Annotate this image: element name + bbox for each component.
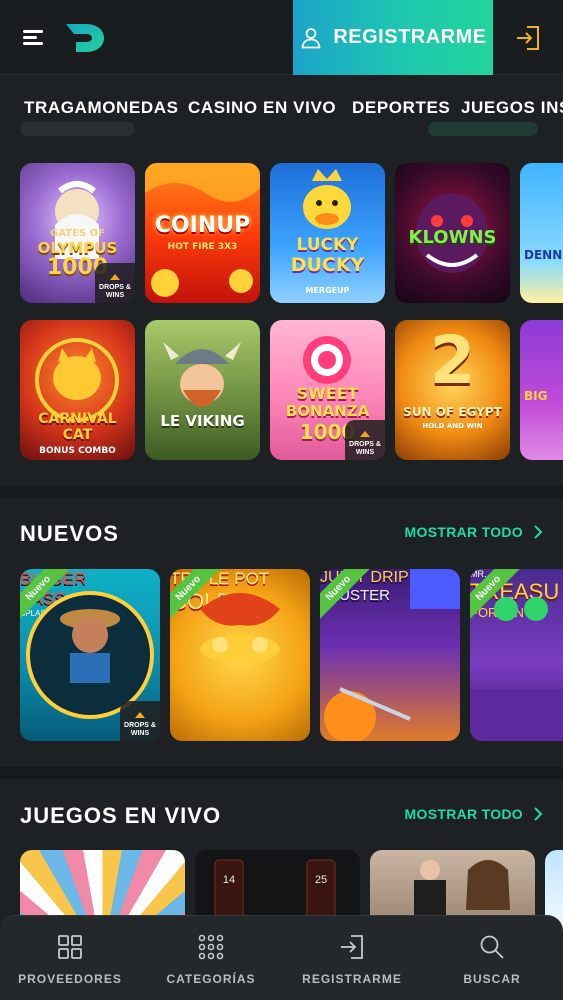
- top-header: REGISTRARME: [0, 0, 563, 75]
- game-title-line: KLOWNS: [408, 227, 497, 248]
- game-tile-le-viking[interactable]: LE VIKING: [145, 320, 260, 460]
- game-tile-big[interactable]: BIG: [520, 320, 563, 460]
- show-all-nuevos-button[interactable]: MOSTRAR TODO: [405, 524, 543, 540]
- star-icon: [110, 274, 120, 281]
- game-tile-juicy-drip-cluster[interactable]: JUICY DRIP CLUSTER Nuevo: [320, 569, 460, 741]
- login-icon: [517, 25, 539, 50]
- bottom-nav-buscar[interactable]: BUSCAR: [422, 916, 562, 1000]
- bottom-nav-label: CATEGORÍAS: [166, 972, 256, 986]
- bottom-nav-registrarme[interactable]: REGISTRARME: [282, 916, 422, 1000]
- grid-four-icon: [58, 935, 82, 959]
- bottom-nav-proveedores[interactable]: PROVEEDORES: [0, 916, 140, 1000]
- bottom-navigation: PROVEEDORES CATEGORÍAS REGISTRARME BUSCA…: [0, 915, 563, 1000]
- show-all-live-button[interactable]: MOSTRAR TODO: [405, 806, 543, 822]
- section-title-placeholder: [20, 122, 135, 136]
- bottom-nav-label: BUSCAR: [463, 972, 521, 986]
- show-all-label: MOSTRAR TODO: [404, 806, 523, 822]
- login-icon: [341, 935, 363, 959]
- game-title-line: DENN: [524, 248, 563, 262]
- game-title-line: DUCKY: [290, 254, 365, 276]
- game-tile-denn[interactable]: DENN: [520, 163, 563, 303]
- section-divider: [0, 486, 563, 498]
- nav-deportes[interactable]: DEPORTES: [352, 98, 450, 118]
- game-tile-gates-of-olympus[interactable]: GATES OF OLYMPUS 1000 DROPS & WINS: [20, 163, 135, 303]
- game-title-line: SUN OF EGYPT: [403, 405, 502, 419]
- drops-wins-badge: DROPS & WINS: [345, 420, 385, 460]
- search-icon: [480, 935, 504, 959]
- game-title-line: CARNIVAL: [38, 411, 117, 427]
- live-number: 25: [314, 874, 328, 886]
- bottom-nav-label: PROVEEDORES: [18, 972, 122, 986]
- app-page: REGISTRARME TRAGAMONEDAS CASINO EN VIVO …: [0, 0, 563, 1000]
- login-button[interactable]: [493, 0, 563, 75]
- game-tile-sweet-bonanza[interactable]: SWEET BONANZA 1000 DROPS & WINS: [270, 320, 385, 460]
- game-title-line: SWEET: [296, 384, 359, 403]
- game-title-line: LE VIKING: [160, 412, 245, 430]
- game-title-line: GATES OF: [50, 228, 105, 239]
- game-tile-sun-of-egypt[interactable]: 2 SUN OF EGYPT HOLD AND WIN: [395, 320, 510, 460]
- hamburger-menu-icon[interactable]: [20, 26, 46, 50]
- nav-juegos-instantaneos[interactable]: JUEGOS INST: [461, 98, 563, 118]
- chevron-right-icon: [534, 807, 543, 821]
- game-title-line: LUCKY: [296, 235, 359, 255]
- live-number: 14: [222, 874, 236, 886]
- game-tile-triple-pot-gold[interactable]: TRIPLE POT GOLD Nuevo: [170, 569, 310, 741]
- section-title-juegos-en-vivo: JUEGOS EN VIVO: [20, 803, 222, 828]
- game-title-line: BONUS COMBO: [39, 446, 116, 456]
- game-title-line: BIG: [524, 389, 548, 403]
- star-icon: [360, 431, 370, 438]
- game-title-line: 2: [429, 322, 476, 399]
- nav-tragamonedas[interactable]: TRAGAMONEDAS: [24, 98, 179, 118]
- game-tile-carnival-cat[interactable]: CARNIVAL CAT BONUS COMBO: [20, 320, 135, 460]
- game-title-line: BONANZA: [285, 402, 370, 420]
- section-title-nuevos: NUEVOS: [20, 521, 119, 546]
- game-title-line: CAT: [62, 427, 93, 443]
- game-tile-lucky-ducky[interactable]: LUCKY DUCKY MERGEUP: [270, 163, 385, 303]
- section-divider: [0, 767, 563, 779]
- bottom-nav-label: REGISTRARME: [302, 972, 402, 986]
- game-tile-klowns[interactable]: KLOWNS: [395, 163, 510, 303]
- nav-casino-en-vivo[interactable]: CASINO EN VIVO: [188, 98, 336, 118]
- drops-wins-badge: DROPS & WINS: [120, 701, 160, 741]
- game-title-line: COINUP: [154, 213, 251, 238]
- game-tile-mr-treasure-fortune[interactable]: MR. TREASU FORTUN Nuevo: [470, 569, 563, 741]
- game-title-line: HOLD AND WIN: [422, 422, 483, 430]
- star-icon: [135, 712, 145, 719]
- bottom-nav-categorias[interactable]: CATEGORÍAS: [141, 916, 281, 1000]
- chevron-right-icon: [534, 525, 543, 539]
- brand-logo[interactable]: [64, 20, 106, 56]
- game-tile-bigger-bass-splash[interactable]: BIGGER BASS SPLASH Nuevo DROPS & WINS: [20, 569, 160, 741]
- register-button[interactable]: REGISTRARME: [293, 0, 493, 75]
- game-title-line: MERGEUP: [305, 286, 350, 295]
- game-title-line: OLYMPUS: [37, 239, 118, 257]
- game-title-line: HOT FIRE 3X3: [167, 242, 238, 252]
- show-all-label: MOSTRAR TODO: [404, 524, 523, 540]
- register-button-label: REGISTRARME: [333, 26, 487, 48]
- drops-wins-badge: DROPS & WINS: [95, 263, 135, 303]
- user-icon: [301, 27, 321, 48]
- show-all-placeholder: [428, 122, 538, 136]
- game-tile-coinup[interactable]: COINUP HOT FIRE 3X3: [145, 163, 260, 303]
- dots-grid-icon: [198, 934, 224, 960]
